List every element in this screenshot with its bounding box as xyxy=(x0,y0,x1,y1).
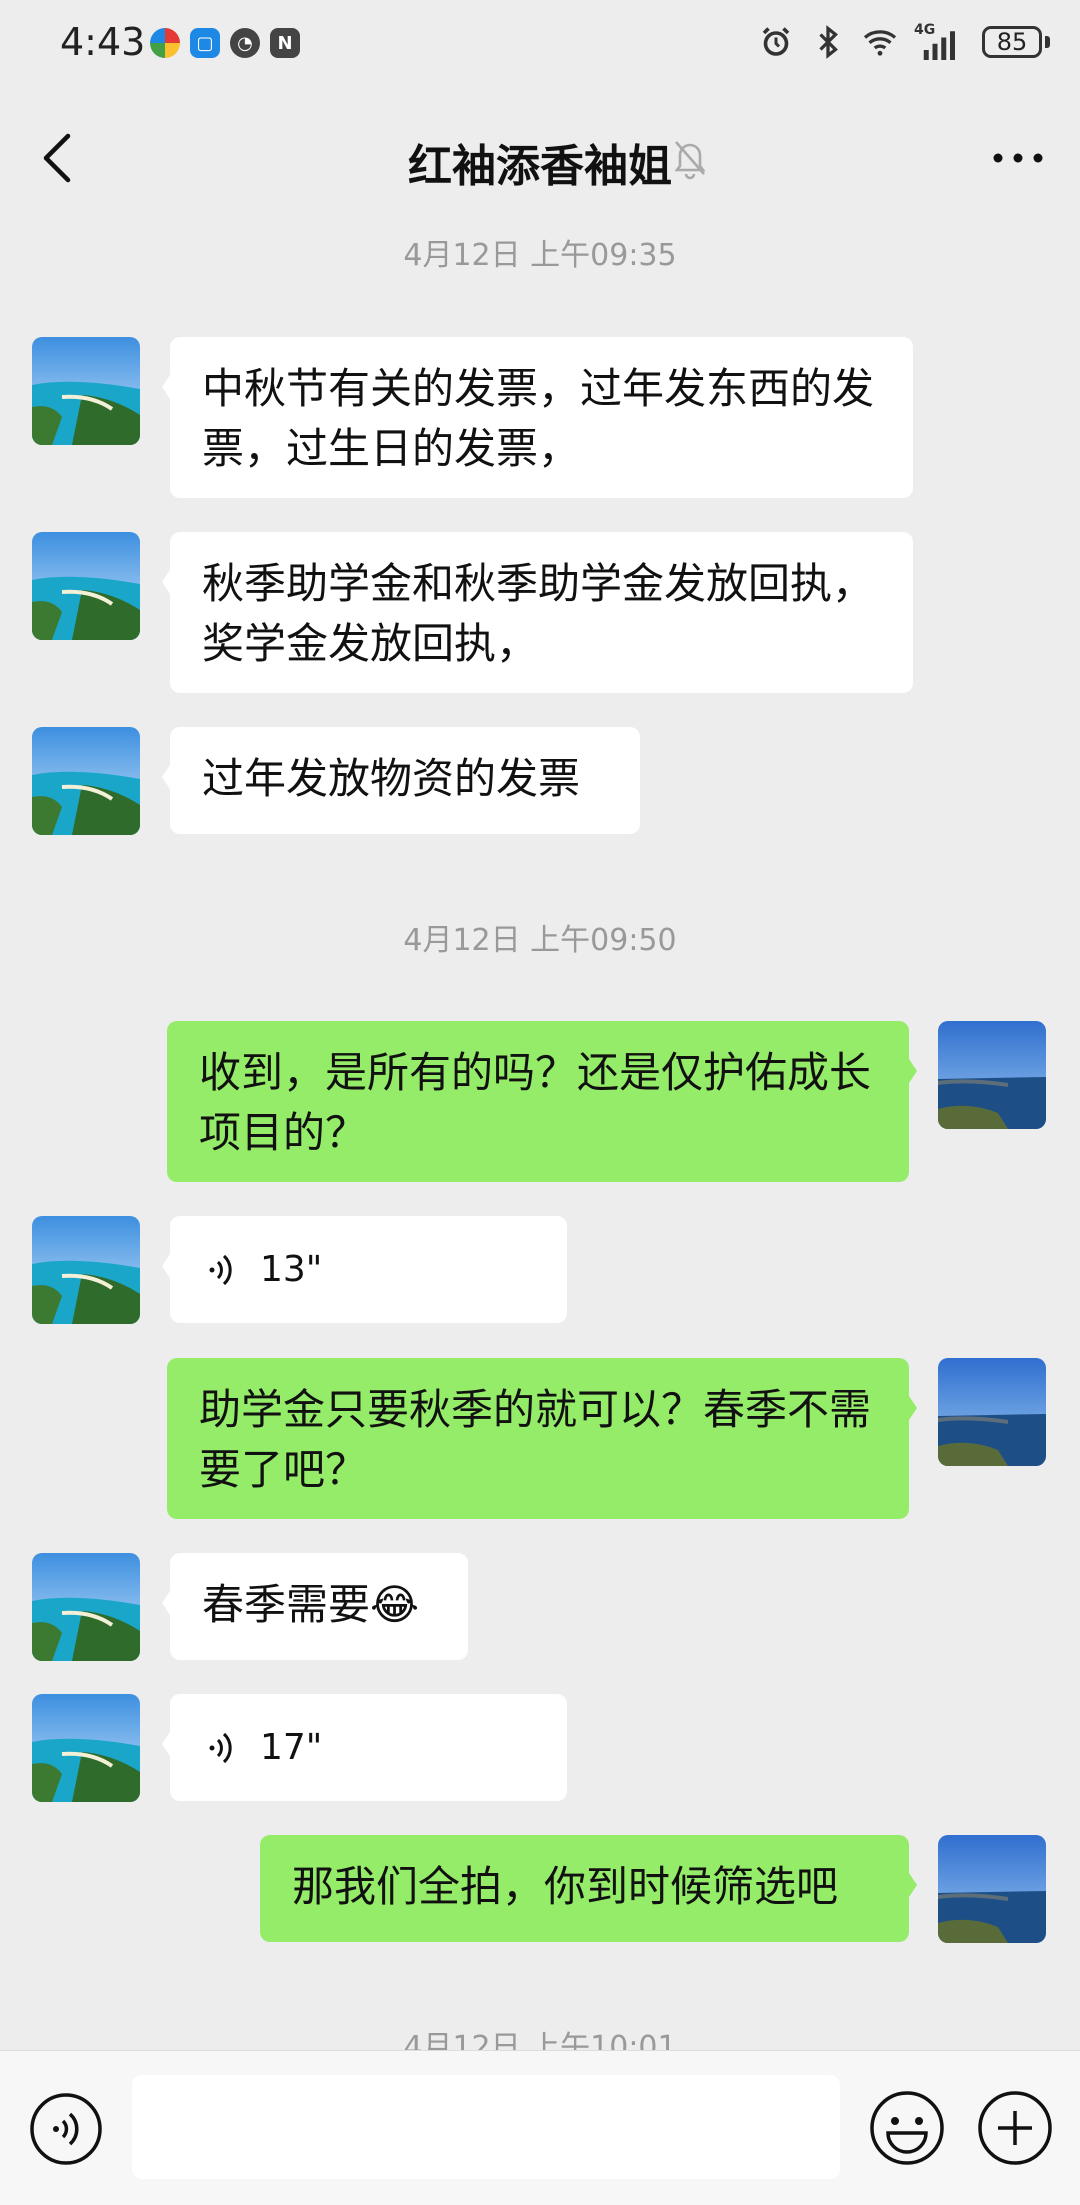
chat-title[interactable]: 红袖添香袖姐 xyxy=(0,130,1080,194)
message-input[interactable] xyxy=(132,2075,840,2179)
message-timestamp: 4月12日 上午09:35 xyxy=(403,238,677,273)
message-bubble-self[interactable]: 收到，是所有的吗？还是仅护佑成长项目的？ xyxy=(167,1021,917,1182)
message-bubble-self[interactable]: 那我们全拍，你到时候筛选吧 xyxy=(260,1835,917,1942)
message-bubble[interactable]: 中秋节有关的发票，过年发东西的发票，过生日的发票， xyxy=(162,337,913,498)
chat-header: 红袖添香袖姐 xyxy=(0,90,1080,220)
self-avatar[interactable] xyxy=(938,1358,1046,1466)
status-bar: 4:43 ▢ ◔ N 4G 85 xyxy=(0,0,1080,90)
battery-level: 85 xyxy=(996,28,1028,56)
battery-indicator: 85 xyxy=(982,26,1050,58)
message-timestamp: 4月12日 上午09:50 xyxy=(403,923,677,958)
nfc-icon: N xyxy=(270,28,300,58)
contact-avatar[interactable] xyxy=(32,1553,140,1661)
cellular-signal-icon: 4G xyxy=(914,22,960,60)
message-bubble[interactable]: 春季需要😂 xyxy=(162,1553,468,1660)
message-text: 收到，是所有的吗？还是仅护佑成长项目的？ xyxy=(199,1048,872,1157)
wifi-icon xyxy=(863,30,897,56)
self-avatar[interactable] xyxy=(938,1835,1046,1943)
voice-input-icon[interactable] xyxy=(28,2091,104,2167)
status-time: 4:43 xyxy=(60,20,146,64)
more-horizontal-icon[interactable] xyxy=(988,138,1048,178)
contact-avatar[interactable] xyxy=(32,532,140,640)
app-notification-icon: ◔ xyxy=(230,28,260,58)
message-text: 春季需要😂 xyxy=(202,1580,420,1629)
message-text: 助学金只要秋季的就可以？春季不需要了吧？ xyxy=(199,1385,872,1494)
message-bubble[interactable]: 过年发放物资的发票 xyxy=(162,727,640,834)
app-notification-icon xyxy=(150,28,180,58)
bluetooth-icon xyxy=(819,25,838,59)
voice-wave-icon xyxy=(209,1254,232,1285)
voice-message[interactable]: 13" xyxy=(162,1216,567,1323)
contact-avatar[interactable] xyxy=(32,337,140,445)
message-bubble-self[interactable]: 助学金只要秋季的就可以？春季不需要了吧？ xyxy=(167,1358,917,1519)
status-icons: 4G xyxy=(758,22,960,60)
voice-message[interactable]: 17" xyxy=(162,1694,567,1801)
voice-duration: 17" xyxy=(260,1726,323,1768)
alarm-icon xyxy=(762,27,790,56)
contact-avatar[interactable] xyxy=(32,727,140,835)
contact-avatar[interactable] xyxy=(32,1216,140,1324)
message-app-icon: ▢ xyxy=(190,28,220,58)
message-bubble[interactable]: 秋季助学金和秋季助学金发放回执，奖学金发放回执， xyxy=(162,532,913,693)
voice-duration: 13" xyxy=(260,1248,323,1290)
bell-off-icon xyxy=(674,141,706,180)
voice-wave-icon xyxy=(209,1732,232,1763)
notification-icons: ▢ ◔ N xyxy=(150,28,300,58)
input-bar xyxy=(0,2050,1080,2205)
emoji-icon[interactable] xyxy=(868,2089,946,2167)
self-avatar[interactable] xyxy=(938,1021,1046,1129)
message-text: 那我们全拍，你到时候筛选吧 xyxy=(292,1862,839,1911)
plus-icon[interactable] xyxy=(976,2089,1054,2167)
contact-avatar[interactable] xyxy=(32,1694,140,1802)
message-text: 过年发放物资的发票 xyxy=(202,754,581,803)
message-text: 中秋节有关的发票，过年发东西的发票，过生日的发票， xyxy=(202,364,875,473)
message-text: 秋季助学金和秋季助学金发放回执，奖学金发放回执， xyxy=(202,559,875,668)
